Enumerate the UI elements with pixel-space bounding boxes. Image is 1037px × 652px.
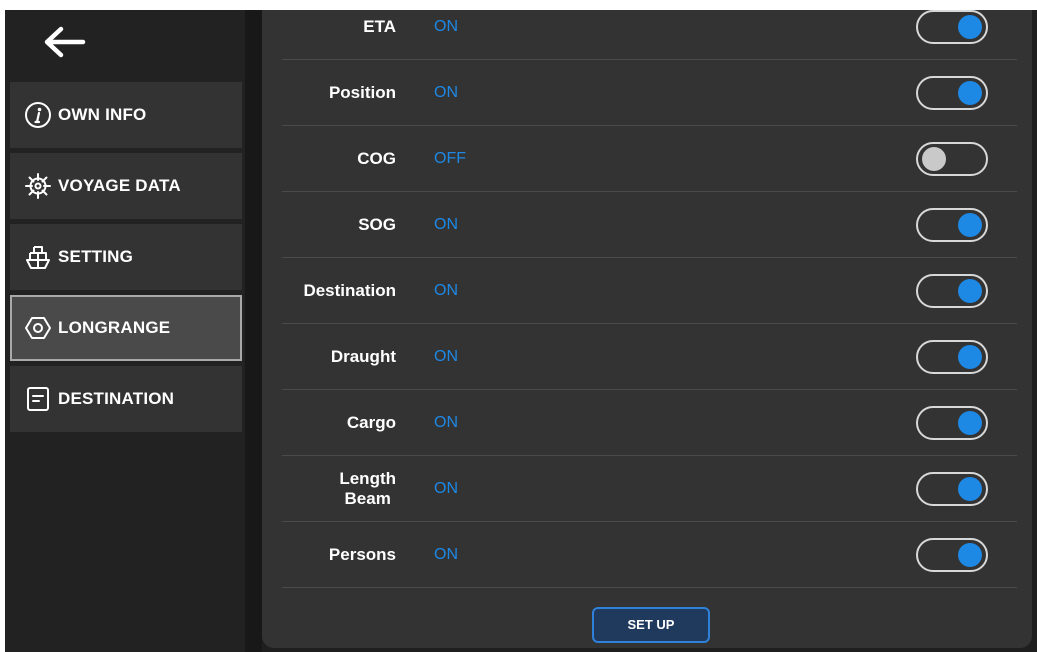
sidebar-item-label: LONGRANGE [58,318,171,337]
setting-state: ON [434,18,458,35]
cargo-toggle[interactable] [916,406,988,440]
setting-state: ON [434,480,458,497]
setting-state: ON [434,546,458,563]
setting-label: Cargo [346,413,396,432]
setting-label: Draught [330,347,396,366]
persons-toggle[interactable] [916,538,988,572]
setting-label: Position [328,83,396,102]
toggle-knob [958,279,982,303]
setting-state: ON [434,84,458,101]
setting-state: ON [434,282,458,299]
setup-button[interactable]: SET UP [592,607,710,643]
document-icon [27,387,49,411]
sidebar-item-voyage-data[interactable]: VOYAGE DATA [10,153,242,219]
sog-toggle[interactable] [916,208,988,242]
setting-label: ETA [363,17,396,36]
setting-label: Persons [328,545,396,564]
setting-label: Length Beam [339,469,396,508]
cog-toggle[interactable] [916,142,988,176]
destination-toggle[interactable] [916,274,988,308]
setting-state: ON [434,216,458,233]
setting-state: OFF [434,150,466,167]
setting-row-position: Position ON [262,60,1032,126]
setting-row-destination: Destination ON [262,258,1032,324]
toggle-knob [958,213,982,237]
sidebar-item-longrange[interactable]: LONGRANGE [10,295,242,361]
setting-row-eta: ETA ON [262,10,1032,60]
sidebar-item-label: SETTING [58,247,134,266]
ship-wheel-icon [25,173,51,199]
setting-row-sog: SOG ON [262,192,1032,258]
setting-label: Destination [303,281,396,300]
sidebar-item-setting[interactable]: SETTING [10,224,242,290]
sidebar-item-own-info[interactable]: OWN INFO [10,82,242,148]
setting-row-length-beam: Length Beam ON [262,456,1032,522]
eta-toggle[interactable] [916,10,988,44]
toggle-knob [958,15,982,39]
setting-state: ON [434,348,458,365]
setting-row-cargo: Cargo ON [262,390,1032,456]
ship-icon [26,246,50,269]
info-icon [25,102,51,128]
app-window: OWN INFO VOYAGE DATA SETTING LONGRANGE D… [5,10,1037,652]
setting-label: SOG [358,215,396,234]
sidebar-item-label: OWN INFO [58,105,147,124]
toggle-knob [958,477,982,501]
sidebar-item-destination[interactable]: DESTINATION [10,366,242,432]
toggle-knob [958,543,982,567]
setting-row-draught: Draught ON [262,324,1032,390]
setting-row-cog: COG OFF [262,126,1032,192]
toggle-knob [958,411,982,435]
setting-state: ON [434,414,458,431]
sidebar-item-label: VOYAGE DATA [58,176,181,195]
row-divider [282,587,1017,588]
sidebar-item-label: DESTINATION [58,389,175,408]
position-toggle[interactable] [916,76,988,110]
toggle-knob [958,345,982,369]
longrange-settings-panel: ETA ON Position ON COG OFF SOG ON Destin… [262,10,1032,648]
longrange-icon [25,317,51,339]
divider [245,10,262,652]
draught-toggle[interactable] [916,340,988,374]
toggle-knob [922,147,946,171]
back-arrow-icon[interactable] [39,22,89,62]
length-beam-toggle[interactable] [916,472,988,506]
setting-label: COG [357,149,396,168]
sidebar: OWN INFO VOYAGE DATA SETTING LONGRANGE D… [5,10,245,652]
setting-row-persons: Persons ON [262,522,1032,588]
toggle-knob [958,81,982,105]
